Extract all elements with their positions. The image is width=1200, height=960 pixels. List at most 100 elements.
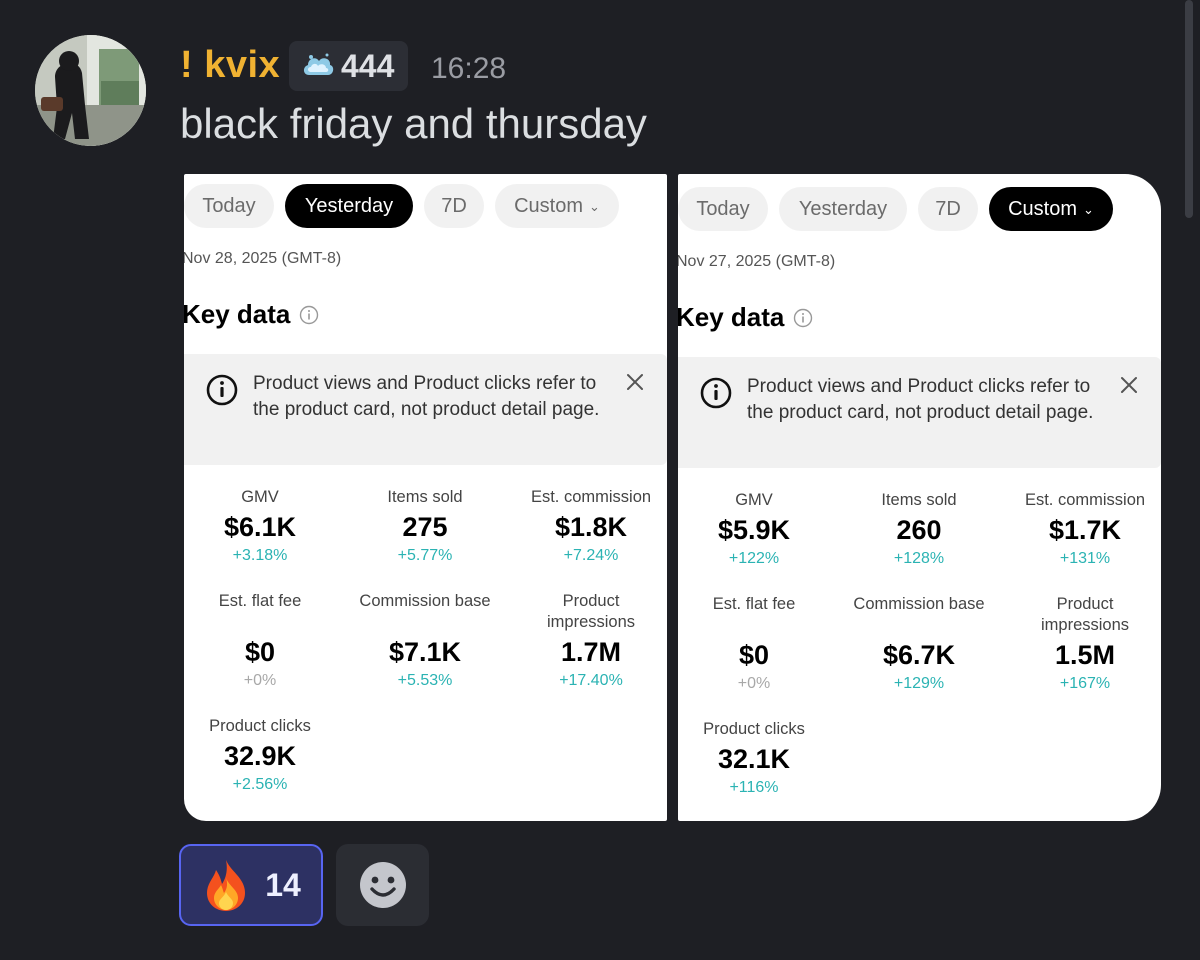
avatar-photo [35, 35, 146, 146]
tab-custom[interactable]: Custom ⌄ [495, 184, 619, 228]
metric-change: +3.18% [232, 547, 288, 564]
message-text: black friday and thursday [180, 100, 647, 147]
section-title: Key data [678, 302, 813, 333]
metric-value: $5.9K [717, 515, 791, 545]
tab-label: Today [202, 194, 256, 217]
smiley-icon [359, 862, 406, 908]
banner-text: Product views and Product clicks refer t… [253, 373, 600, 420]
metric-change: +128% [893, 550, 945, 567]
metric-change: +129% [893, 675, 945, 692]
metric-label: Est. commission [1024, 491, 1146, 509]
metric-label: Product impressions [546, 592, 636, 631]
metric-label: Est. flat fee [712, 595, 796, 613]
tab-today[interactable]: Today [678, 187, 768, 231]
metric-commission-base: Commission base $7.1K +5.53% [345, 591, 505, 690]
metric-change: +5.77% [397, 547, 453, 564]
metric-label: Product clicks [209, 717, 311, 735]
tab-yesterday[interactable]: Yesterday [779, 187, 907, 231]
scrollbar[interactable] [1185, 0, 1193, 218]
metric-change: +0% [737, 675, 771, 692]
metric-change: +7.24% [563, 547, 619, 564]
metric-value: 32.9K [223, 741, 297, 771]
close-icon[interactable] [1118, 374, 1140, 396]
info-circle-icon [206, 374, 238, 406]
metric-label: Items sold [387, 488, 463, 506]
tab-label: Yesterday [304, 194, 394, 217]
metric-change: +17.40% [559, 672, 623, 689]
metric-product-impressions: Product impressions 1.5M +167% [1005, 594, 1161, 693]
avatar[interactable] [35, 35, 146, 146]
info-icon[interactable] [793, 308, 813, 328]
tab-7d[interactable]: 7D [918, 187, 978, 231]
metric-product-clicks: Product clicks 32.9K +2.56% [184, 716, 340, 794]
add-reaction-button[interactable] [336, 844, 429, 926]
date-label: Nov 27, 2025 (GMT-8) [678, 253, 836, 270]
section-title: Key data [184, 299, 319, 330]
metric-est-flat-fee: Est. flat fee $0 +0% [184, 591, 340, 690]
attachment-image-2[interactable]: Today Yesterday 7D Custom ⌄ Nov 27, 2025 … [678, 174, 1161, 821]
metric-commission-base: Commission base $6.7K +129% [839, 594, 999, 693]
reaction-count: 14 [265, 866, 301, 903]
metric-label: Est. flat fee [218, 592, 302, 610]
tab-label: 7D [935, 197, 961, 220]
metric-value: 1.7M [560, 637, 622, 667]
metric-items-sold: Items sold 275 +5.77% [345, 487, 505, 565]
metric-value: $0 [244, 637, 276, 667]
username[interactable]: ! kvix [180, 44, 280, 87]
metric-value: $7.1K [388, 637, 462, 667]
metric-label: GMV [241, 488, 279, 506]
tab-custom[interactable]: Custom ⌄ [989, 187, 1113, 231]
tab-7d[interactable]: 7D [424, 184, 484, 228]
metric-value: 1.5M [1054, 640, 1116, 670]
close-icon[interactable] [624, 371, 646, 393]
server-tag-badge[interactable]: 444 [289, 41, 409, 91]
metric-value: 275 [402, 512, 448, 542]
info-banner: Product views and Product clicks refer t… [184, 354, 667, 465]
metric-label: Product impressions [1040, 595, 1130, 634]
metric-label: Items sold [881, 491, 957, 509]
metric-value: $6.1K [223, 512, 297, 542]
metric-change: +5.53% [397, 672, 453, 689]
metric-label: Commission base [359, 592, 491, 610]
info-circle-icon [700, 377, 732, 409]
metric-change: +122% [728, 550, 780, 567]
metric-value: 32.1K [717, 744, 791, 774]
metric-label: GMV [735, 491, 773, 509]
chevron-down-icon: ⌄ [589, 199, 600, 214]
info-banner: Product views and Product clicks refer t… [678, 357, 1161, 468]
tab-label: 7D [441, 194, 467, 217]
chevron-down-icon: ⌄ [1083, 202, 1094, 217]
metric-value: $0 [738, 640, 770, 670]
info-icon[interactable] [299, 305, 319, 325]
metric-est-flat-fee: Est. flat fee $0 +0% [678, 594, 834, 693]
metric-value: 260 [896, 515, 942, 545]
metric-gmv: GMV $5.9K +122% [678, 490, 834, 568]
metric-product-impressions: Product impressions 1.7M +17.40% [511, 591, 667, 690]
section-title-text: Key data [184, 299, 291, 329]
tab-label: Today [696, 197, 750, 220]
tab-today[interactable]: Today [184, 184, 274, 228]
tab-label: Custom [1008, 197, 1077, 220]
metric-label: Product clicks [703, 720, 805, 738]
metric-value: $6.7K [882, 640, 956, 670]
attachment-image-1[interactable]: Today Yesterday 7D Custom ⌄ Nov 28, 2025 … [184, 174, 667, 821]
date-label: Nov 28, 2025 (GMT-8) [184, 250, 342, 267]
cloud-icon [303, 53, 334, 75]
tab-label: Yesterday [798, 197, 888, 220]
metric-label: Commission base [853, 595, 985, 613]
metric-gmv: GMV $6.1K +3.18% [184, 487, 340, 565]
metric-change: +116% [729, 779, 779, 796]
tab-label: Custom [514, 194, 583, 217]
metric-product-clicks: Product clicks 32.1K +116% [678, 719, 834, 797]
fire-icon [207, 860, 246, 911]
section-title-text: Key data [678, 302, 785, 332]
metric-value: $1.7K [1048, 515, 1122, 545]
metric-change: +0% [243, 672, 277, 689]
reaction-fire[interactable]: 14 [179, 844, 323, 926]
tab-yesterday[interactable]: Yesterday [285, 184, 413, 228]
metric-label: Est. commission [530, 488, 652, 506]
metric-est-commission: Est. commission $1.8K +7.24% [511, 487, 667, 565]
metric-est-commission: Est. commission $1.7K +131% [1005, 490, 1161, 568]
message-timestamp[interactable]: 16:28 [431, 52, 506, 86]
metric-change: +131% [1059, 550, 1111, 567]
